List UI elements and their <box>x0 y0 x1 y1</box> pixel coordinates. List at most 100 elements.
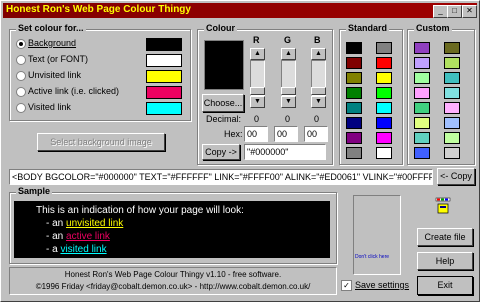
copy-tag-button[interactable]: <- Copy <box>437 168 475 185</box>
standard-colour-swatch[interactable] <box>346 117 362 129</box>
standard-colour-swatch[interactable] <box>346 102 362 114</box>
r-down-arrow-icon[interactable]: ▼ <box>250 96 265 108</box>
standard-colour-swatch[interactable] <box>376 102 392 114</box>
title-bar: Honest Ron's Web Page Colour Thingy _ □ … <box>3 3 477 18</box>
r-up-arrow-icon[interactable]: ▲ <box>250 48 265 60</box>
maximize-button[interactable]: □ <box>447 5 462 18</box>
exit-button[interactable]: Exit <box>417 276 473 295</box>
footer-panel: Honest Ron's Web Page Colour Thingy v1.1… <box>9 267 337 295</box>
help-button[interactable]: Help <box>417 252 473 270</box>
custom-colour-swatch[interactable] <box>444 117 460 129</box>
custom-colour-swatch[interactable] <box>444 132 460 144</box>
standard-colours-group: Standard <box>339 23 403 165</box>
r-slider-thumb[interactable] <box>250 87 265 95</box>
standard-colour-swatch[interactable] <box>346 42 362 54</box>
g-up-arrow-icon[interactable]: ▲ <box>281 48 296 60</box>
visited-link-swatch[interactable] <box>146 102 182 115</box>
standard-colour-swatch[interactable] <box>376 117 392 129</box>
radio-unvisited-link[interactable]: Unvisited link <box>16 70 81 82</box>
standard-colour-swatch[interactable] <box>376 147 392 159</box>
b-slider[interactable] <box>311 60 326 96</box>
custom-colour-swatch[interactable] <box>414 117 430 129</box>
unvisited-link-swatch[interactable] <box>146 70 182 83</box>
r-hex-field[interactable]: 00 <box>244 126 268 142</box>
radio-dot <box>16 70 26 81</box>
standard-colour-swatch[interactable] <box>346 147 362 159</box>
save-settings-checkbox[interactable]: ✓ Save settings <box>341 280 409 292</box>
close-button[interactable]: ✕ <box>462 5 477 18</box>
radio-background[interactable]: Background <box>16 38 76 50</box>
custom-colour-swatch[interactable] <box>444 102 460 114</box>
g-down-arrow-icon[interactable]: ▼ <box>281 96 296 108</box>
standard-colour-swatch[interactable] <box>346 57 362 69</box>
standard-colour-swatch[interactable] <box>376 87 392 99</box>
custom-colour-swatch[interactable] <box>444 57 460 69</box>
standard-colour-swatch[interactable] <box>346 132 362 144</box>
custom-colour-swatch[interactable] <box>414 42 430 54</box>
custom-colour-swatch[interactable] <box>414 102 430 114</box>
dont-click-box[interactable]: Don't click here <box>353 195 401 275</box>
custom-colour-swatch[interactable] <box>444 87 460 99</box>
set-colour-title: Set colour for... <box>16 23 86 33</box>
hex-label: Hex: <box>224 129 243 139</box>
radio-dot <box>16 86 26 97</box>
active-link[interactable]: active link <box>66 231 110 242</box>
custom-colour-swatch[interactable] <box>444 147 460 159</box>
g-slider-thumb[interactable] <box>281 87 296 95</box>
standard-colour-swatch[interactable] <box>376 72 392 84</box>
custom-colour-swatch[interactable] <box>414 72 430 84</box>
g-slider[interactable] <box>281 60 296 96</box>
background-swatch[interactable] <box>146 38 182 51</box>
colour-group: Colour Choose... R G B ▲ ▼ ▲ ▼ ▲ ▼ Decim… <box>197 23 333 165</box>
standard-colour-swatch[interactable] <box>376 57 392 69</box>
sample-line-unvisited: - an unvisited link <box>46 218 124 229</box>
radio-text[interactable]: Text (or FONT) <box>16 54 88 66</box>
check-icon: ✓ <box>341 280 352 292</box>
custom-colours-group: Custom <box>407 23 475 165</box>
sample-preview: This is an indication of how your page w… <box>14 201 330 258</box>
unvisited-link[interactable]: unvisited link <box>66 218 123 229</box>
copy-hex-button[interactable]: Copy -> <box>202 144 240 160</box>
app-window: Honest Ron's Web Page Colour Thingy _ □ … <box>0 0 480 302</box>
custom-colour-swatch[interactable] <box>414 57 430 69</box>
visited-link[interactable]: visited link <box>60 244 106 255</box>
custom-colour-swatch[interactable] <box>414 147 430 159</box>
radio-dot <box>16 54 26 65</box>
minimize-button[interactable]: _ <box>433 5 448 18</box>
footer-line-2: ©1996 Friday <friday@cobalt.demon.co.uk>… <box>35 282 311 291</box>
sample-line-visited: - a visited link <box>46 244 107 255</box>
b-slider-thumb[interactable] <box>311 87 326 95</box>
choose-button[interactable]: Choose... <box>202 94 244 112</box>
footer-line-1: Honest Ron's Web Page Colour Thingy v1.1… <box>64 270 282 279</box>
custom-colour-swatch[interactable] <box>444 42 460 54</box>
g-label: G <box>284 35 292 45</box>
decimal-label: Decimal: <box>206 114 242 124</box>
window-title: Honest Ron's Web Page Colour Thingy <box>6 4 191 15</box>
paint-bucket-icon <box>434 197 452 215</box>
b-hex-field[interactable]: 00 <box>304 126 328 142</box>
b-down-arrow-icon[interactable]: ▼ <box>311 96 326 108</box>
text-swatch[interactable] <box>146 54 182 67</box>
create-file-button[interactable]: Create file <box>417 228 473 246</box>
body-tag-field[interactable]: <BODY BGCOLOR="#000000" TEXT="#FFFFFF" L… <box>9 169 433 185</box>
radio-active-link[interactable]: Active link (i.e. clicked) <box>16 86 119 98</box>
b-up-arrow-icon[interactable]: ▲ <box>311 48 326 60</box>
radio-visited-link[interactable]: Visited link <box>16 102 71 114</box>
standard-colour-swatch[interactable] <box>376 132 392 144</box>
b-decimal: 0 <box>314 114 320 124</box>
g-decimal: 0 <box>285 114 291 124</box>
custom-colour-swatch[interactable] <box>414 132 430 144</box>
standard-title: Standard <box>346 23 390 33</box>
r-slider[interactable] <box>250 60 265 96</box>
g-hex-field[interactable]: 00 <box>274 126 298 142</box>
standard-colour-swatch[interactable] <box>346 72 362 84</box>
active-link-swatch[interactable] <box>146 86 182 99</box>
sample-intro: This is an indication of how your page w… <box>36 205 244 216</box>
custom-colour-swatch[interactable] <box>414 87 430 99</box>
custom-colour-swatch[interactable] <box>444 72 460 84</box>
r-label: R <box>253 35 260 45</box>
hex-value-field[interactable]: "#000000" <box>244 144 326 160</box>
select-background-image-button[interactable]: Select background image <box>37 133 165 151</box>
standard-colour-swatch[interactable] <box>346 87 362 99</box>
standard-colour-swatch[interactable] <box>376 42 392 54</box>
